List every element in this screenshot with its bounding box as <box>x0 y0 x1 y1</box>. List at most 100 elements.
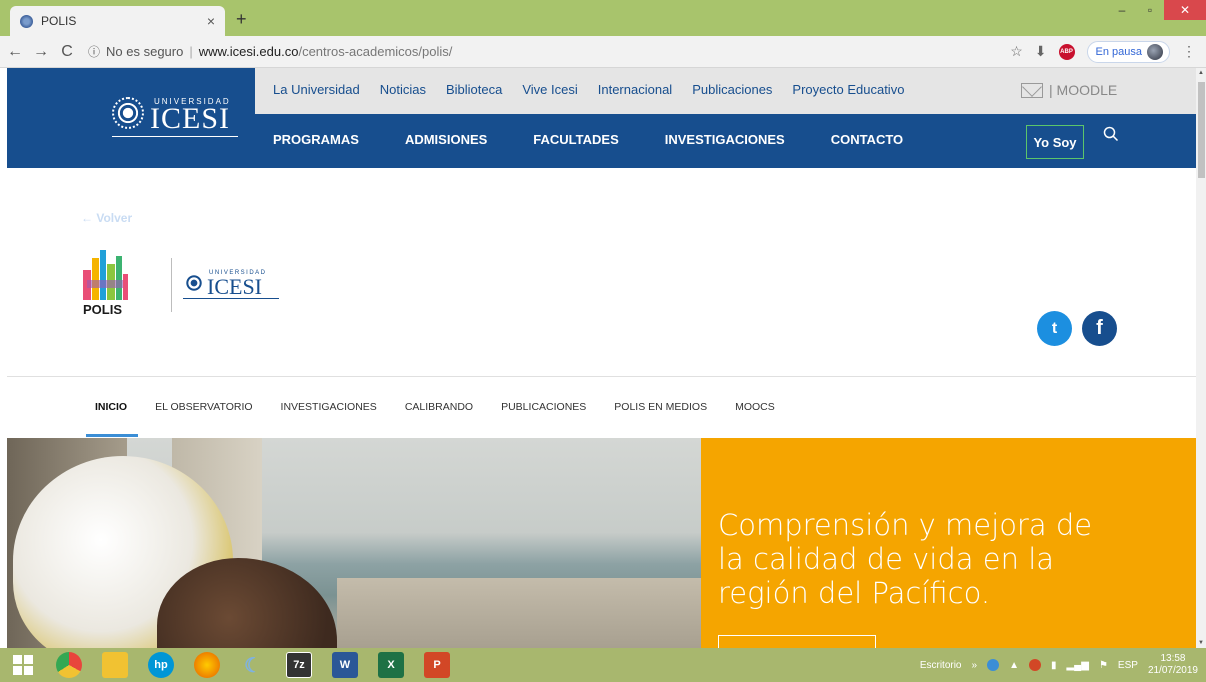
browser-menu-icon[interactable]: ⋮ <box>1182 43 1196 60</box>
icesi-seal-icon <box>112 97 144 129</box>
hero-button[interactable] <box>718 635 876 648</box>
clock-time: 13:58 <box>1160 653 1186 664</box>
7zip-icon: 7z <box>286 652 312 678</box>
new-tab-button[interactable]: + <box>236 9 247 30</box>
taskbar-powerpoint[interactable]: P <box>414 648 460 682</box>
browser-titlebar: POLIS × + – ▫ ✕ <box>0 0 1206 36</box>
restore-button[interactable]: ▫ <box>1136 0 1164 20</box>
taskbar-excel[interactable]: X <box>368 648 414 682</box>
scroll-up-icon[interactable]: ▲ <box>1196 70 1206 76</box>
reload-button[interactable]: C <box>56 43 78 61</box>
search-icon[interactable] <box>1103 126 1119 142</box>
address-bar[interactable]: ⓘ No es seguro | www.icesi.edu.co /centr… <box>88 43 1010 60</box>
url-separator: | <box>189 44 193 59</box>
hero-headline: Comprensión y mejora de la calidad de vi… <box>718 508 1093 610</box>
logo-area: UNIVERSIDAD ICESI <box>7 68 255 168</box>
taskbar-moon-app[interactable]: ☾ <box>230 648 276 682</box>
nav-investigaciones[interactable]: INVESTIGACIONES <box>665 132 785 147</box>
tab-el-observatorio[interactable]: EL OBSERVATORIO <box>155 401 252 413</box>
toolbar-actions: ☆ ⬇ ABP En pausa ⋮ <box>1010 40 1196 63</box>
scroll-thumb[interactable] <box>1198 82 1205 178</box>
back-button[interactable]: ← <box>4 43 26 61</box>
toplink-vive-icesi[interactable]: Vive Icesi <box>522 82 577 97</box>
polis-label: POLIS <box>83 302 123 317</box>
tab-close-icon[interactable]: × <box>207 13 215 29</box>
nav-contacto[interactable]: CONTACTO <box>831 132 903 147</box>
url-domain: www.icesi.edu.co <box>198 44 299 59</box>
toplink-universidad[interactable]: La Universidad <box>273 82 360 97</box>
page-scrollbar[interactable]: ▲ ▼ <box>1196 68 1206 648</box>
sub-nav: INICIO EL OBSERVATORIO INVESTIGACIONES C… <box>95 401 803 413</box>
info-icon[interactable]: ⓘ <box>88 43 100 60</box>
tab-polis-en-medios[interactable]: POLIS EN MEDIOS <box>614 401 707 413</box>
help-icon[interactable] <box>987 659 1000 671</box>
word-icon: W <box>332 652 358 678</box>
main-nav: PROGRAMAS ADMISIONES FACULTADES INVESTIG… <box>273 132 949 147</box>
hp-icon: hp <box>148 652 174 678</box>
clock[interactable]: 13:58 21/07/2019 <box>1148 653 1198 677</box>
taskbar-firefox[interactable] <box>184 648 230 682</box>
taskbar-7zip[interactable]: 7z <box>276 648 322 682</box>
twitter-icon[interactable]: t <box>1037 311 1072 346</box>
facebook-icon[interactable]: f <box>1082 311 1117 346</box>
language-indicator[interactable]: ESP <box>1118 660 1138 671</box>
toplink-biblioteca[interactable]: Biblioteca <box>446 82 502 97</box>
windows-start-icon <box>13 655 33 675</box>
logo-big-text: ICESI <box>207 274 262 299</box>
flag-icon[interactable]: ⚑ <box>1099 660 1108 671</box>
bookmark-star-icon[interactable]: ☆ <box>1010 43 1023 60</box>
tab-moocs[interactable]: MOOCS <box>735 401 775 413</box>
toplink-internacional[interactable]: Internacional <box>598 82 672 97</box>
browser-tab[interactable]: POLIS × <box>10 6 225 36</box>
close-window-button[interactable]: ✕ <box>1164 0 1206 20</box>
envelope-icon <box>1021 82 1043 98</box>
logo-divider <box>171 258 172 312</box>
system-tray: Escritorio » ▲ ▮ ▂▄▆ ⚑ ESP 13:58 21/07/2… <box>920 648 1198 682</box>
scroll-down-icon[interactable]: ▼ <box>1196 640 1206 646</box>
chrome-icon <box>56 652 82 678</box>
tab-inicio[interactable]: INICIO <box>95 401 127 413</box>
download-icon[interactable]: ⬇ <box>1035 43 1047 60</box>
moon-app-icon: ☾ <box>244 654 262 677</box>
nav-facultades[interactable]: FACULTADES <box>533 132 618 147</box>
toplink-proyecto-educativo[interactable]: Proyecto Educativo <box>792 82 904 97</box>
logo-rule <box>183 298 279 299</box>
taskbar-hp[interactable]: hp <box>138 648 184 682</box>
toolbar-chevron-icon[interactable]: » <box>972 660 978 671</box>
yo-soy-button[interactable]: Yo Soy <box>1026 125 1084 159</box>
tab-title: POLIS <box>41 14 77 28</box>
top-links: La Universidad Noticias Biblioteca Vive … <box>273 82 924 97</box>
forward-button[interactable]: → <box>30 43 52 61</box>
network-icon[interactable]: ▮ <box>1051 660 1057 671</box>
polis-favicon-icon <box>20 14 33 28</box>
tab-calibrando[interactable]: CALIBRANDO <box>405 401 473 413</box>
taskbar-word[interactable]: W <box>322 648 368 682</box>
window-controls: – ▫ ✕ <box>1108 0 1206 20</box>
windows-taskbar: hp ☾ 7z W X P Escritorio » ▲ ▮ ▂▄▆ ⚑ ESP… <box>0 648 1206 682</box>
browser-toolbar: ← → C ⓘ No es seguro | www.icesi.edu.co … <box>0 36 1206 68</box>
web-page: UNIVERSIDAD ICESI La Universidad Noticia… <box>7 68 1196 648</box>
adblock-icon[interactable]: ABP <box>1058 43 1075 60</box>
tray-expand-icon[interactable]: ▲ <box>1009 660 1019 671</box>
tab-investigaciones[interactable]: INVESTIGACIONES <box>281 401 377 413</box>
clock-date: 21/07/2019 <box>1147 665 1198 676</box>
file-explorer-icon <box>102 652 128 678</box>
firefox-icon <box>194 652 220 678</box>
toplink-noticias[interactable]: Noticias <box>380 82 426 97</box>
nav-programas[interactable]: PROGRAMAS <box>273 132 359 147</box>
tab-publicaciones[interactable]: PUBLICACIONES <box>501 401 586 413</box>
mail-icon[interactable] <box>1028 659 1041 671</box>
toplink-publicaciones[interactable]: Publicaciones <box>692 82 772 97</box>
signal-icon[interactable]: ▂▄▆ <box>1066 660 1088 671</box>
moodle-link[interactable]: | MOODLE <box>1021 82 1117 98</box>
security-status: No es seguro <box>106 44 184 59</box>
desktop-toolbar[interactable]: Escritorio <box>920 660 962 671</box>
back-link[interactable]: ← Volver <box>81 211 132 225</box>
paused-label: En pausa <box>1095 45 1142 58</box>
taskbar-chrome[interactable] <box>46 648 92 682</box>
nav-admisiones[interactable]: ADMISIONES <box>405 132 487 147</box>
minimize-button[interactable]: – <box>1108 0 1136 20</box>
profile-paused-button[interactable]: En pausa <box>1086 40 1170 63</box>
taskbar-explorer[interactable] <box>92 648 138 682</box>
start-button[interactable] <box>0 648 46 682</box>
